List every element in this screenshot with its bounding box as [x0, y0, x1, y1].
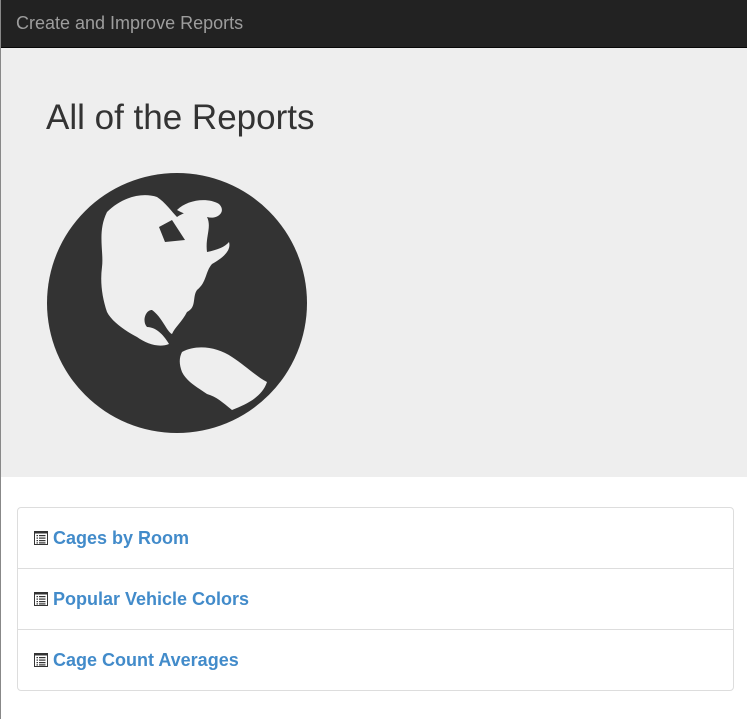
report-link-cages-by-room[interactable]: Cages by Room — [53, 528, 189, 549]
list-alt-icon — [34, 653, 48, 667]
list-alt-icon — [34, 592, 48, 606]
report-item: Popular Vehicle Colors — [18, 569, 733, 630]
report-link-popular-vehicle-colors[interactable]: Popular Vehicle Colors — [53, 589, 249, 610]
report-list: Cages by Room Popular Vehicle Colors Cag… — [17, 507, 734, 691]
list-alt-icon — [34, 531, 48, 545]
report-link-cage-count-averages[interactable]: Cage Count Averages — [53, 650, 239, 671]
page-title: All of the Reports — [46, 98, 315, 137]
navbar-brand[interactable]: Create and Improve Reports — [16, 13, 243, 34]
report-item: Cages by Room — [18, 508, 733, 569]
globe-icon — [47, 173, 307, 433]
navbar: Create and Improve Reports — [1, 0, 747, 48]
report-item: Cage Count Averages — [18, 630, 733, 690]
